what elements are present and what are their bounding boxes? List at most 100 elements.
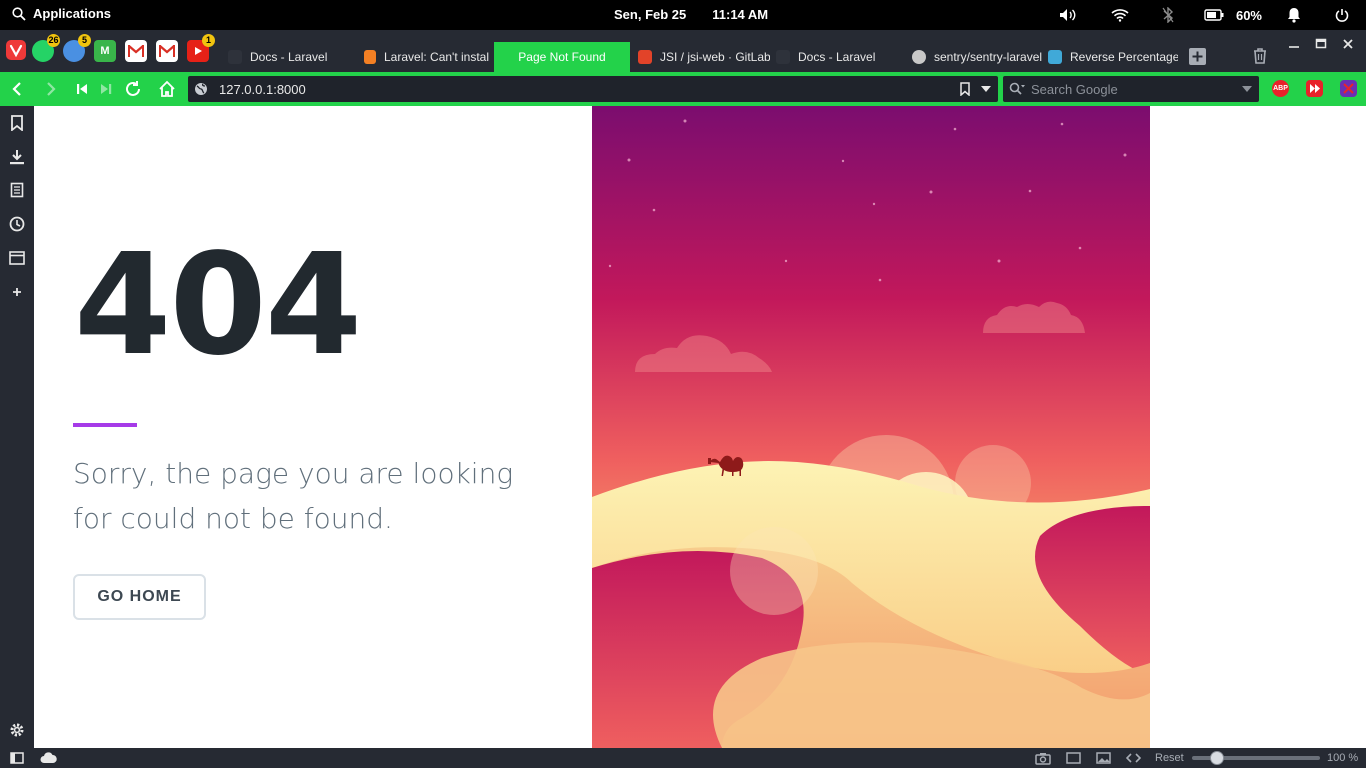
tab-reverse-percentage[interactable]: Reverse Percentage — [1042, 42, 1178, 72]
browser-tab-bar: 26 5 M 1 Docs - Laravel Laravel: Can't i… — [0, 30, 1366, 72]
image-icon — [1096, 752, 1111, 764]
plus-icon — [1192, 51, 1203, 62]
fast-forward-icon — [101, 84, 112, 94]
tab-docs-laravel-2[interactable]: Docs - Laravel — [770, 42, 906, 72]
youtube-badge: 1 — [202, 34, 215, 47]
search-field[interactable] — [1003, 76, 1259, 102]
tab-title: JSI / jsi-web · GitLab — [660, 50, 770, 64]
back-button[interactable] — [7, 79, 27, 99]
gmail-icon[interactable] — [125, 40, 147, 62]
panel-toggle-icon — [10, 752, 24, 764]
download-icon — [10, 150, 24, 165]
rewind-button[interactable] — [72, 79, 92, 99]
go-home-button[interactable]: GO HOME — [73, 574, 206, 620]
images-button[interactable] — [1096, 752, 1111, 767]
close-window-button[interactable] — [1342, 38, 1354, 53]
media-extension-icon[interactable] — [1306, 80, 1323, 97]
power-icon[interactable] — [1326, 0, 1358, 30]
window-panel-button[interactable] — [7, 248, 27, 268]
add-web-panel-button[interactable] — [7, 282, 27, 302]
zoom-reset-button[interactable]: Reset — [1155, 752, 1184, 764]
tab-stackoverflow[interactable]: Laravel: Can't instal — [358, 42, 494, 72]
screenshot-button[interactable] — [1035, 752, 1051, 768]
accent-divider — [73, 423, 137, 427]
maximize-button[interactable] — [1315, 38, 1327, 53]
tab-strip: Docs - Laravel Laravel: Can't instal Pag… — [222, 42, 1178, 72]
camera-icon — [1035, 753, 1051, 765]
reload-button[interactable] — [123, 79, 143, 99]
applications-menu[interactable]: Applications — [12, 6, 111, 21]
tiling-button[interactable] — [1066, 752, 1081, 767]
clock[interactable]: Sen, Feb 25 11:14 AM — [614, 7, 768, 22]
url-text: 127.0.0.1:8000 — [219, 82, 306, 97]
close-icon — [1343, 39, 1353, 49]
clock-icon — [9, 216, 25, 232]
minimize-button[interactable] — [1288, 38, 1300, 53]
forward-button[interactable] — [41, 79, 61, 99]
laravel-favicon-icon — [776, 50, 790, 64]
rewind-icon — [77, 84, 87, 94]
home-button[interactable] — [157, 79, 177, 99]
code-icon — [1125, 753, 1142, 763]
plus-icon — [13, 288, 21, 296]
sync-icon[interactable]: 5 — [63, 34, 91, 62]
wifi-icon[interactable] — [1104, 0, 1136, 30]
globe-icon — [195, 83, 207, 95]
notes-icon — [10, 182, 24, 198]
bookmark-icon[interactable] — [960, 82, 970, 96]
notes-panel-button[interactable] — [7, 180, 27, 200]
system-tray: 60% — [1052, 0, 1366, 30]
sync-status-button[interactable] — [40, 752, 57, 767]
tab-page-not-found[interactable]: Page Not Found — [494, 42, 630, 72]
settings-button[interactable] — [7, 720, 27, 740]
error-message: Sorry, the page you are looking for coul… — [73, 457, 514, 535]
tab-title: Docs - Laravel — [798, 50, 876, 64]
home-icon — [159, 80, 175, 97]
notification-bell-icon[interactable] — [1278, 0, 1310, 30]
tab-gitlab[interactable]: JSI / jsi-web · GitLab — [630, 42, 770, 72]
bookmarks-panel-button[interactable] — [7, 113, 27, 133]
vivaldi-menu-button[interactable] — [6, 40, 26, 60]
tab-title: sentry/sentry-laravel — [934, 50, 1042, 64]
history-panel-button[interactable] — [7, 214, 27, 234]
dropdown-arrow-icon[interactable] — [981, 86, 991, 92]
adblock-extension-icon[interactable]: ABP — [1272, 80, 1289, 97]
sync-badge: 5 — [78, 34, 91, 47]
color-picker-extension-icon[interactable] — [1340, 80, 1357, 97]
bluetooth-icon[interactable] — [1152, 0, 1184, 30]
side-panel — [0, 106, 34, 748]
trash-button[interactable] — [1253, 48, 1267, 69]
search-engine-icon — [1009, 82, 1025, 95]
downloads-panel-button[interactable] — [7, 147, 27, 167]
zoom-slider-handle[interactable] — [1210, 751, 1224, 765]
error-code: 404 — [74, 224, 362, 387]
new-tab-button[interactable] — [1189, 48, 1206, 65]
m-app-icon[interactable]: M — [94, 40, 116, 62]
pinned-panels: 26 5 M 1 — [32, 34, 215, 62]
whatsapp-icon[interactable]: 26 — [32, 34, 60, 62]
stackoverflow-favicon-icon — [364, 50, 376, 64]
page-actions-button[interactable] — [1125, 752, 1142, 767]
gmail-icon[interactable] — [156, 40, 178, 62]
date-label: Sen, Feb 25 — [614, 7, 687, 22]
trash-icon — [1254, 48, 1266, 64]
minimize-icon — [1289, 46, 1299, 48]
bookmark-icon — [11, 115, 23, 131]
github-favicon-icon — [912, 50, 926, 64]
gitlab-favicon-icon — [638, 50, 652, 64]
tab-sentry[interactable]: sentry/sentry-laravel — [906, 42, 1042, 72]
tab-title: Page Not Found — [518, 50, 606, 64]
search-icon — [12, 6, 26, 21]
panel-toggle-button[interactable] — [10, 752, 24, 767]
url-field[interactable]: 127.0.0.1:8000 — [188, 76, 998, 102]
volume-icon[interactable] — [1052, 0, 1084, 30]
address-bar: 127.0.0.1:8000 ABP — [0, 72, 1366, 106]
chevron-down-icon[interactable] — [1242, 86, 1252, 92]
search-input[interactable] — [1031, 80, 1231, 98]
battery-icon[interactable] — [1198, 0, 1230, 30]
youtube-icon[interactable]: 1 — [187, 34, 215, 62]
desert-illustration — [592, 106, 1150, 748]
fast-forward-button[interactable] — [96, 79, 116, 99]
tab-docs-laravel[interactable]: Docs - Laravel — [222, 42, 358, 72]
tile-icon — [1066, 752, 1081, 764]
